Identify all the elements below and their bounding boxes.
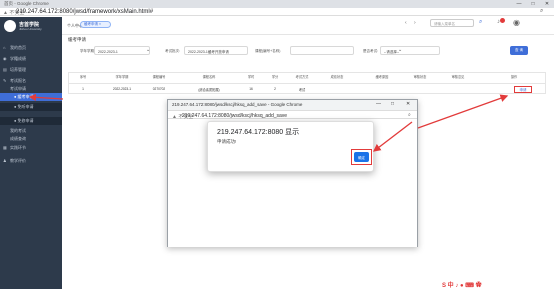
exam-batch-label: 考试批次: <box>165 49 180 53</box>
table-cell: 考试 <box>298 88 306 92</box>
sidebar-item-4[interactable]: 考试申请 <box>0 85 62 93</box>
sidebar-item-2[interactable]: ▤ 培养管理 <box>0 66 62 74</box>
table-cell: 2022-2023-1 <box>112 87 132 91</box>
sidebar-item-label: 我的考试 <box>10 128 26 133</box>
page-title: 缓考申请 <box>68 37 86 42</box>
popup-title: 219.247.64.172:8080/jwsd/kscj/hksq_add_s… <box>172 102 303 107</box>
sidebar-item-6[interactable]: ● 免听申请 <box>0 103 62 111</box>
alert-message: 申请成功! <box>217 139 237 144</box>
table-header-cell: 学分 <box>271 75 279 79</box>
home-icon: ⌂ <box>3 45 6 50</box>
sidebar-item-7[interactable]: ● 免修申请 <box>0 117 62 125</box>
arrow-to-apply <box>417 94 509 129</box>
ime-toolbar[interactable]: S 中 ♪ ● ⌨ ✿ <box>442 280 482 289</box>
table-cell: 1 <box>82 87 84 91</box>
alert-heading: 219.247.64.172:8080 显示 <box>217 129 300 136</box>
filter-bar: 学年学期: 2022-2023-1 ⌄ 考试批次: 2022-2023-1缓考开… <box>68 44 546 59</box>
chevron-down-icon[interactable]: ⌄ <box>146 47 150 53</box>
sidebar-item-label: 学籍成绩 <box>10 56 26 61</box>
term-label: 学年学期: <box>80 49 95 53</box>
table-header-cell: 操作 <box>510 75 518 79</box>
sidebar-item-9[interactable]: 成绩查询 <box>0 135 62 143</box>
notification-badge <box>500 18 505 23</box>
sidebar-item-1[interactable]: ◉ 学籍成绩 <box>0 55 62 63</box>
alert-dialog: 219.247.64.172:8080 显示 申请成功! <box>207 121 374 172</box>
table-header-cell: 缓考原因 <box>375 75 389 79</box>
table-divider <box>68 83 546 84</box>
sidebar-item-label: ● 缓考申请 <box>14 94 34 99</box>
sidebar-item-label: 考试报名 <box>10 78 26 83</box>
table-header-cell: 序号 <box>79 75 87 79</box>
sidebar-item-label: 培养管理 <box>10 67 26 72</box>
sidebar-item-label: 我的首页 <box>10 45 26 50</box>
sidebar-item-10[interactable]: ▦ 实践环节 <box>0 144 62 152</box>
sidebar-item-11[interactable]: ♟ 教学评价 <box>0 157 62 165</box>
popup-close-button[interactable]: ✕ <box>406 101 410 107</box>
table-header-cell: 考试方式 <box>295 75 309 79</box>
table-header-cell: 审核状态 <box>413 75 427 79</box>
maximize-button[interactable]: □ <box>526 0 540 8</box>
term-select[interactable]: 2022-2023-1 <box>94 46 150 55</box>
zoom-icon[interactable]: ⌕ <box>540 8 543 15</box>
table-cell: 0270702 <box>152 87 166 91</box>
query-button[interactable]: 查 询 <box>510 46 528 55</box>
table-header-cell: 学时 <box>247 75 255 79</box>
prev-icon[interactable]: ‹ <box>405 20 407 26</box>
table-cell: (综合素质拓展) <box>198 88 220 92</box>
browser-titlebar: 首页 - Google Chrome — □ ✕ <box>0 0 554 8</box>
table-header-cell: 学年学期 <box>115 75 129 79</box>
user-icon: ◉ <box>3 56 7 61</box>
person-icon: ♟ <box>3 158 7 163</box>
exam-batch-select[interactable]: 2022-2023-1缓考开放申请 <box>184 46 248 55</box>
popup-minimize-button[interactable]: — <box>376 101 381 107</box>
minimize-button[interactable]: — <box>512 0 526 8</box>
logo: 吉首学院 Jishou University <box>0 17 62 35</box>
next-icon[interactable]: › <box>414 20 416 26</box>
ok-button[interactable]: 确定 <box>354 152 369 162</box>
tab-deferred-exam[interactable]: 缓考申请 × <box>80 21 111 28</box>
url-text[interactable]: 219.247.64.172:8080/jwsd/framework/xsMai… <box>16 9 153 15</box>
logo-subtitle: Jishou University <box>19 27 42 31</box>
exam-type-label: 是否考试: <box>363 49 378 53</box>
window-title: 首页 - Google Chrome <box>4 1 49 6</box>
popup-maximize-button[interactable]: □ <box>391 101 394 107</box>
table-header-cell: 成绩状态 <box>330 75 344 79</box>
apply-button[interactable]: 申请 <box>514 86 532 93</box>
course-input[interactable] <box>290 46 354 55</box>
grid-icon: ▦ <box>3 145 7 150</box>
address-bar[interactable]: ▲ 不安全 219.247.64.172:8080/jwsd/framework… <box>0 8 554 16</box>
table-header-cell: 课程编号 <box>152 75 166 79</box>
sidebar-item-label: ● 免听申请 <box>14 104 34 109</box>
logo-emblem-icon <box>4 20 16 32</box>
sidebar-item-8[interactable]: 我的考试 <box>0 127 62 135</box>
table-header-cell: 课程名称 <box>202 75 216 79</box>
sidebar-item-label: 教学评价 <box>10 158 26 163</box>
user-avatar-icon[interactable]: ◉ <box>513 18 520 27</box>
popup-zoom-icon[interactable]: ⌕ <box>408 112 411 118</box>
sidebar-item-label: 成绩查询 <box>10 136 26 141</box>
popup-url-text[interactable]: 219.247.64.172:8080/jwsd/kscj/hksq_add_s… <box>182 113 287 119</box>
sidebar-item-label: 实践环节 <box>10 145 26 150</box>
sidebar-item-label: 考试申请 <box>10 86 26 91</box>
course-label: 课程(编号+名称) <box>255 49 281 53</box>
sidebar-item-0[interactable]: ⌂ 我的首页 <box>0 44 62 52</box>
exam-type-select[interactable]: --请选择-- <box>380 46 440 55</box>
sidebar-item-3[interactable]: ✎ 考试报名 <box>0 77 62 85</box>
menu-search-input[interactable]: 请输入菜单名 <box>430 19 474 27</box>
search-icon[interactable]: ⌕ <box>479 19 482 26</box>
popup-address-bar[interactable]: ▲ 不安全 219.247.64.172:8080/jwsd/kscj/hksq… <box>168 110 417 120</box>
edit-icon: ✎ <box>3 78 7 83</box>
sidebar-item-label: ● 免修申请 <box>14 118 34 123</box>
close-button[interactable]: ✕ <box>540 0 554 8</box>
doc-icon: ▤ <box>3 67 7 72</box>
sidebar-item-5[interactable]: ● 缓考申请 <box>0 93 62 101</box>
chevron-down-icon[interactable]: ⌄ <box>398 47 402 53</box>
table-header-cell: 审核意见 <box>451 75 465 79</box>
